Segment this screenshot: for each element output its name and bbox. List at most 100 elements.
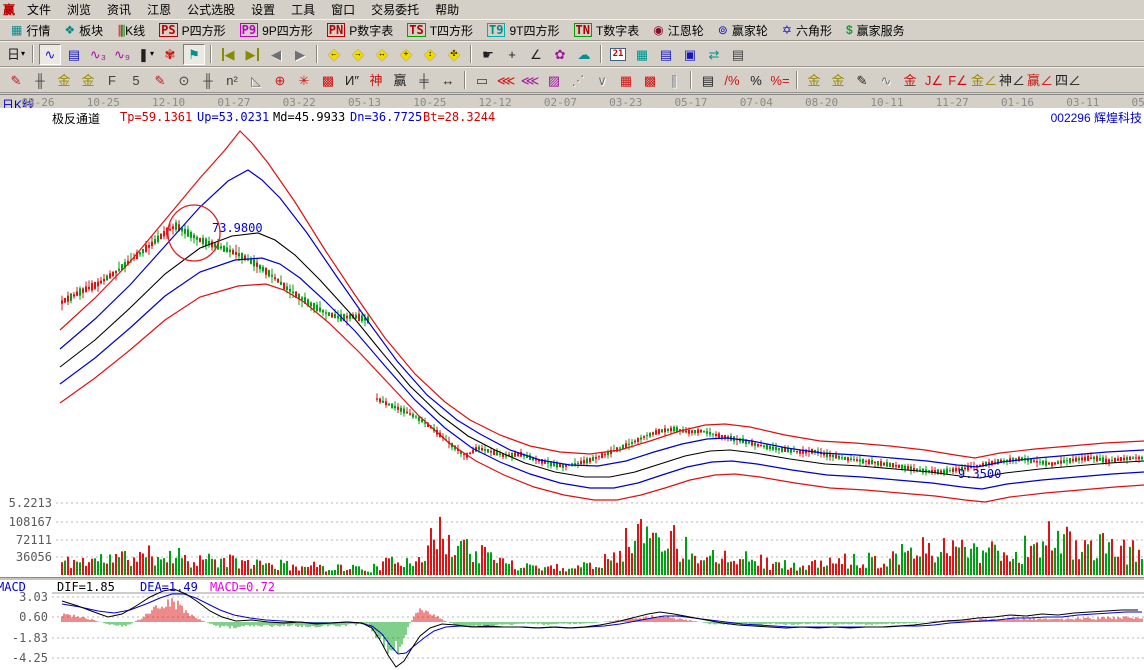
menu-news[interactable]: 资讯 bbox=[99, 0, 139, 19]
gann-fan-purple-button[interactable]: ⋘ bbox=[519, 70, 541, 91]
p-square-button[interactable]: PSP四方形 bbox=[152, 20, 232, 40]
f-angle-button[interactable]: F∠ bbox=[947, 70, 969, 91]
notes-button[interactable]: ▤ bbox=[655, 44, 677, 65]
ruler-2-button[interactable]: ╫ bbox=[197, 70, 219, 91]
winner-wheel-button[interactable]: ⊚赢家轮 bbox=[711, 20, 775, 40]
wave-metal-button[interactable]: ∿ bbox=[875, 70, 897, 91]
ruler-123-button[interactable]: ╪ bbox=[413, 70, 435, 91]
t-number-table-button[interactable]: TNT数字表 bbox=[567, 20, 647, 40]
i-marks-button[interactable]: И″ bbox=[341, 70, 363, 91]
web-box-button[interactable]: ▩ bbox=[317, 70, 339, 91]
width-arrows-button[interactable]: ↔ bbox=[437, 70, 459, 91]
menu-settings[interactable]: 设置 bbox=[243, 0, 283, 19]
calendar-button[interactable]: 21 bbox=[607, 44, 629, 65]
measure-angle-button[interactable]: ∠ bbox=[525, 44, 547, 65]
gold-gate-1-icon: 金 bbox=[57, 74, 70, 87]
menu-file[interactable]: 文件 bbox=[19, 0, 59, 19]
diamond-v-expand-button[interactable]: ◆↕ bbox=[419, 44, 441, 65]
export-button[interactable]: ⇄ bbox=[703, 44, 725, 65]
wave-chart-button[interactable]: ∿ bbox=[39, 44, 61, 65]
red-pen-button[interactable]: ✎ bbox=[5, 70, 27, 91]
menu-tools[interactable]: 工具 bbox=[283, 0, 323, 19]
angle-tool-button[interactable]: ◺ bbox=[245, 70, 267, 91]
go-last-button[interactable]: ▶ bbox=[241, 44, 263, 65]
pen-ruler-button[interactable]: ✎ bbox=[149, 70, 171, 91]
calculator-button[interactable]: ▦ bbox=[631, 44, 653, 65]
shen-angle-button[interactable]: 神∠ bbox=[999, 70, 1025, 91]
hand-drag-button[interactable]: ☛ bbox=[477, 44, 499, 65]
diamond-center-button[interactable]: ◆+ bbox=[395, 44, 417, 65]
five-grid-button[interactable]: 5 bbox=[125, 70, 147, 91]
wave-9-button[interactable]: ∿₉ bbox=[111, 44, 133, 65]
quotes-button[interactable]: ▦行情 bbox=[4, 20, 57, 40]
p-number-table-button[interactable]: PNP数字表 bbox=[320, 20, 400, 40]
candle-style-button[interactable]: ❚▾ bbox=[135, 44, 157, 65]
diamond-right-button[interactable]: ◆→ bbox=[347, 44, 369, 65]
wave-brain-button[interactable]: ☁ bbox=[573, 44, 595, 65]
fan-box-button[interactable]: ▨ bbox=[543, 70, 565, 91]
price-table-button[interactable]: ▤ bbox=[697, 70, 719, 91]
gann-fan-red-button[interactable]: ⋘ bbox=[495, 70, 517, 91]
percent-line-button[interactable]: %= bbox=[769, 70, 791, 91]
shen-grid-button[interactable]: 神 bbox=[365, 70, 387, 91]
menu-window[interactable]: 窗口 bbox=[323, 0, 363, 19]
crosshair-button[interactable]: + bbox=[501, 44, 523, 65]
menu-formula-stock-pick[interactable]: 公式选股 bbox=[179, 0, 243, 19]
si-angle-button[interactable]: 四∠ bbox=[1055, 70, 1081, 91]
go-last-icon: ▶ bbox=[246, 48, 259, 61]
v-wave-button[interactable]: ∨ bbox=[591, 70, 613, 91]
compass-red-button[interactable]: ⊕ bbox=[269, 70, 291, 91]
percent-button[interactable]: % bbox=[745, 70, 767, 91]
ying-grid-button[interactable]: 赢 bbox=[389, 70, 411, 91]
diamond-left-button[interactable]: ◆← bbox=[323, 44, 345, 65]
hexagon-button[interactable]: ✡六角形 bbox=[775, 20, 839, 40]
go-prev-button[interactable]: ◀ bbox=[265, 44, 287, 65]
wave-3-button[interactable]: ∿₃ bbox=[87, 44, 109, 65]
chart-background[interactable] bbox=[0, 108, 1144, 670]
flag-tool-button[interactable]: ⚑ bbox=[183, 44, 205, 65]
menu-gann[interactable]: 江恩 bbox=[139, 0, 179, 19]
print-button[interactable]: ▤ bbox=[727, 44, 749, 65]
winner-service-button[interactable]: $赢家服务 bbox=[839, 20, 912, 40]
diamond-h-expand-button[interactable]: ◆↔ bbox=[371, 44, 393, 65]
web-red-button[interactable]: ✳ bbox=[293, 70, 315, 91]
go-next-icon: ▶ bbox=[295, 48, 305, 61]
gold-lines-button[interactable]: 金 bbox=[827, 70, 849, 91]
period-daily-button[interactable]: 日▾ bbox=[5, 44, 27, 65]
t-square-button[interactable]: TST四方形 bbox=[400, 20, 480, 40]
9t-square-button[interactable]: T99T四方形 bbox=[480, 20, 566, 40]
gann-flower-button[interactable]: ✿ bbox=[549, 44, 571, 65]
9p-square-button[interactable]: P99P四方形 bbox=[233, 20, 320, 40]
gold-gate-1-button[interactable]: 金 bbox=[53, 70, 75, 91]
trend-lines-button[interactable]: ⋰ bbox=[567, 70, 589, 91]
gold-under-button[interactable]: 金 bbox=[899, 70, 921, 91]
menu-help[interactable]: 帮助 bbox=[427, 0, 467, 19]
gann-wheel-button[interactable]: ◉江恩轮 bbox=[646, 20, 711, 40]
go-prev-icon: ◀ bbox=[271, 48, 281, 61]
menu-browse[interactable]: 浏览 bbox=[59, 0, 99, 19]
sectors-button[interactable]: ❖板块 bbox=[57, 20, 110, 40]
ying-angle-button[interactable]: 赢∠ bbox=[1027, 70, 1053, 91]
grid-box-red-button[interactable]: ▩ bbox=[639, 70, 661, 91]
clock-grid-button[interactable]: ⊙ bbox=[173, 70, 195, 91]
ruler-comb-button[interactable]: ╫ bbox=[29, 70, 51, 91]
info-panel-button[interactable]: ▤ bbox=[63, 44, 85, 65]
square-measure-button[interactable]: ▭ bbox=[471, 70, 493, 91]
go-first-button[interactable]: ◀ bbox=[217, 44, 239, 65]
parallel-lines-button[interactable]: ∥ bbox=[663, 70, 685, 91]
grid-red-button[interactable]: ▦ bbox=[615, 70, 637, 91]
save-button[interactable]: ▣ bbox=[679, 44, 701, 65]
n-squared-button[interactable]: n² bbox=[221, 70, 243, 91]
pattern-tool-button[interactable]: ✾ bbox=[159, 44, 181, 65]
gold-gate-2-button[interactable]: 金 bbox=[77, 70, 99, 91]
go-next-button[interactable]: ▶ bbox=[289, 44, 311, 65]
gold-angle-button[interactable]: 金∠ bbox=[971, 70, 997, 91]
angle-percent-button[interactable]: /% bbox=[721, 70, 743, 91]
f-grid-button[interactable]: F bbox=[101, 70, 123, 91]
menu-trade-entrust[interactable]: 交易委托 bbox=[363, 0, 427, 19]
j-angle-button[interactable]: J∠ bbox=[923, 70, 945, 91]
black-pen-button[interactable]: ✎ bbox=[851, 70, 873, 91]
kline-button[interactable]: ∥K线 bbox=[110, 20, 152, 40]
diamond-all-button[interactable]: ◆✣ bbox=[443, 44, 465, 65]
gold-circle-button[interactable]: 金 bbox=[803, 70, 825, 91]
